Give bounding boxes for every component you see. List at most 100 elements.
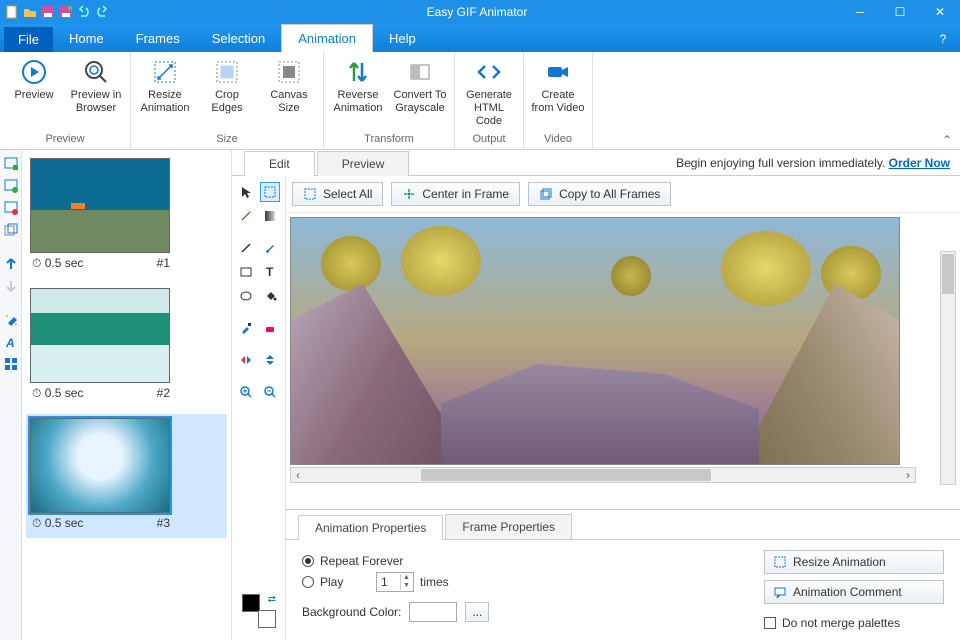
tab-edit[interactable]: Edit — [244, 151, 315, 176]
close-button[interactable]: ✕ — [920, 0, 960, 24]
add-frame-icon[interactable] — [3, 178, 19, 194]
grid-icon[interactable] — [3, 356, 19, 372]
order-now-link[interactable]: Order Now — [889, 156, 950, 170]
window-controls: ─ ☐ ✕ — [840, 0, 960, 24]
help-icon[interactable]: ? — [932, 28, 954, 50]
ribbon: Preview Preview in Browser Preview Resiz… — [0, 52, 960, 150]
save-icon[interactable] — [40, 4, 56, 20]
preview-button[interactable]: Preview — [6, 56, 62, 131]
flip-h-tool[interactable] — [236, 350, 256, 370]
duplicate-frame-icon[interactable] — [3, 222, 19, 238]
flip-v-tool[interactable] — [260, 350, 280, 370]
text-tool[interactable]: T — [260, 262, 280, 282]
scroll-right-icon[interactable]: › — [901, 468, 915, 482]
frame-thumbnail[interactable] — [30, 418, 170, 513]
frame-thumbnail[interactable] — [30, 288, 170, 383]
rect-tool[interactable] — [236, 262, 256, 282]
title-bar: Easy GIF Animator ─ ☐ ✕ — [0, 0, 960, 24]
tab-animation-properties[interactable]: Animation Properties — [298, 515, 443, 540]
move-down-icon[interactable] — [3, 278, 19, 294]
effects-icon[interactable] — [3, 312, 19, 328]
select-rect-tool[interactable] — [260, 182, 280, 202]
eyedropper-tool[interactable] — [236, 318, 256, 338]
swap-colors-icon[interactable]: ⇄ — [268, 594, 276, 605]
brush-tool[interactable] — [260, 238, 280, 258]
center-frame-button[interactable]: Center in Frame — [391, 182, 520, 206]
frame-card[interactable]: ⏱ 0.5 sec#3 — [30, 414, 223, 538]
insert-frame-icon[interactable] — [3, 156, 19, 172]
group-preview: Preview Preview in Browser Preview — [0, 52, 131, 149]
tab-help[interactable]: Help — [373, 25, 432, 52]
frame-card[interactable]: ⏱ 0.5 sec#1 — [30, 158, 223, 274]
play-count-input[interactable]: 1▲▼ — [376, 572, 414, 592]
minimize-button[interactable]: ─ — [840, 0, 880, 24]
merge-palettes-checkbox[interactable]: Do not merge palettes — [764, 616, 944, 630]
animation-comment-button[interactable]: Animation Comment — [764, 580, 944, 604]
line-tool[interactable] — [236, 238, 256, 258]
group-size: Resize Animation Crop Edges Canvas Size … — [131, 52, 324, 149]
tab-home[interactable]: Home — [53, 25, 120, 52]
grayscale-button[interactable]: Convert To Grayscale — [392, 56, 448, 131]
bgcolor-label: Background Color: — [302, 605, 401, 619]
canvas-icon — [275, 58, 303, 86]
collapse-ribbon-icon[interactable]: ⌃ — [942, 133, 952, 147]
side-toolbar: A — [0, 150, 22, 640]
new-icon[interactable] — [4, 4, 20, 20]
redo-icon[interactable] — [94, 4, 110, 20]
eraser-tool[interactable] — [260, 318, 280, 338]
move-up-icon[interactable] — [3, 256, 19, 272]
resize-animation-button[interactable]: Resize Animation — [137, 56, 193, 131]
frame-thumbnail[interactable] — [30, 158, 170, 253]
reverse-animation-button[interactable]: Reverse Animation — [330, 56, 386, 131]
checkbox-icon[interactable] — [764, 617, 776, 629]
reverse-icon — [344, 58, 372, 86]
preview-browser-button[interactable]: Preview in Browser — [68, 56, 124, 131]
frame-card[interactable]: ⏱ 0.5 sec#2 — [30, 288, 223, 404]
radio-icon[interactable] — [302, 555, 314, 567]
horizontal-scrollbar[interactable]: ‹ › — [290, 467, 916, 483]
select-all-button[interactable]: Select All — [292, 182, 383, 206]
maximize-button[interactable]: ☐ — [880, 0, 920, 24]
tab-preview[interactable]: Preview — [317, 151, 410, 176]
generate-html-button[interactable]: Generate HTML Code — [461, 56, 517, 131]
tab-selection[interactable]: Selection — [196, 25, 281, 52]
create-from-video-button[interactable]: Create from Video — [530, 56, 586, 131]
canvas-viewport[interactable]: ‹ › — [286, 213, 960, 509]
radio-icon[interactable] — [302, 576, 314, 588]
resize-animation-link[interactable]: Resize Animation — [764, 550, 944, 574]
grayscale-icon — [406, 58, 434, 86]
vertical-scrollbar[interactable] — [940, 251, 956, 485]
scroll-left-icon[interactable]: ‹ — [291, 468, 305, 482]
ellipse-tool[interactable] — [236, 286, 256, 306]
crop-edges-button[interactable]: Crop Edges — [199, 56, 255, 131]
zoom-in-tool[interactable] — [236, 382, 256, 402]
quick-access-toolbar — [0, 2, 114, 22]
color-picker[interactable]: ⇄ — [242, 594, 276, 628]
undo-icon[interactable] — [76, 4, 92, 20]
open-icon[interactable] — [22, 4, 38, 20]
tab-frames[interactable]: Frames — [120, 25, 196, 52]
pointer-tool[interactable] — [236, 182, 256, 202]
repeat-forever-radio[interactable]: Repeat Forever — [302, 554, 764, 568]
tab-file[interactable]: File — [4, 27, 53, 52]
canvas-size-button[interactable]: Canvas Size — [261, 56, 317, 131]
bgcolor-picker-button[interactable]: ... — [465, 602, 489, 622]
bgcolor-well[interactable] — [409, 602, 457, 622]
delete-frame-icon[interactable] — [3, 200, 19, 216]
canvas-image[interactable] — [290, 217, 900, 465]
fill-tool[interactable] — [260, 286, 280, 306]
editor-tabs: Edit Preview Begin enjoying full version… — [232, 150, 960, 176]
text-tool-icon[interactable]: A — [3, 334, 19, 350]
zoom-out-tool[interactable] — [260, 382, 280, 402]
tab-animation[interactable]: Animation — [281, 24, 373, 52]
wand-tool[interactable] — [236, 206, 256, 226]
tab-frame-properties[interactable]: Frame Properties — [445, 514, 572, 539]
group-video: Create from Video Video — [524, 52, 593, 149]
main-area: Edit Preview Begin enjoying full version… — [232, 150, 960, 640]
gradient-tool[interactable] — [260, 206, 280, 226]
copy-all-frames-button[interactable]: Copy to All Frames — [528, 182, 671, 206]
background-color[interactable] — [258, 610, 276, 628]
play-times-radio[interactable]: Play 1▲▼ times — [302, 572, 764, 592]
saveas-icon[interactable] — [58, 4, 74, 20]
canvas-area: Select All Center in Frame Copy to All F… — [286, 176, 960, 640]
